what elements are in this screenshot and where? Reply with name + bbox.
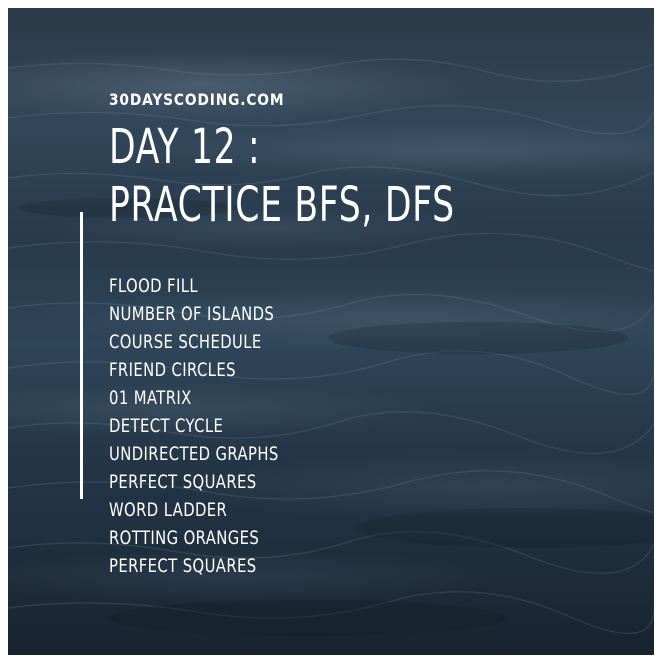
header-block: 30DAYSCODING.COM DAY 12 : PRACTICE BFS, … [109,90,589,234]
list-item: ROTTING ORANGES [109,527,260,549]
topic-title: PRACTICE BFS, DFS [109,177,455,233]
list-item: UNDIRECTED GRAPHS [109,443,279,465]
list-item: COURSE SCHEDULE [109,331,262,353]
list-item: DETECT CYCLE [109,415,224,437]
list-item: FRIEND CIRCLES [109,359,236,381]
list-item: 01 MATRIX [109,387,192,409]
list-item: PERFECT SQUARES [109,555,257,577]
list-item: WORD LADDER [109,499,228,521]
list-item: PERFECT SQUARES [109,471,257,493]
vertical-divider [80,212,83,499]
site-name: 30DAYSCODING.COM [109,90,285,109]
list-item: NUMBER OF ISLANDS [109,303,275,325]
poster-background: 30DAYSCODING.COM DAY 12 : PRACTICE BFS, … [8,8,654,655]
list-item: FLOOD FILL [109,275,199,297]
day-title: DAY 12 : [109,119,261,175]
topic-list: FLOOD FILL NUMBER OF ISLANDS COURSE SCHE… [109,272,327,580]
